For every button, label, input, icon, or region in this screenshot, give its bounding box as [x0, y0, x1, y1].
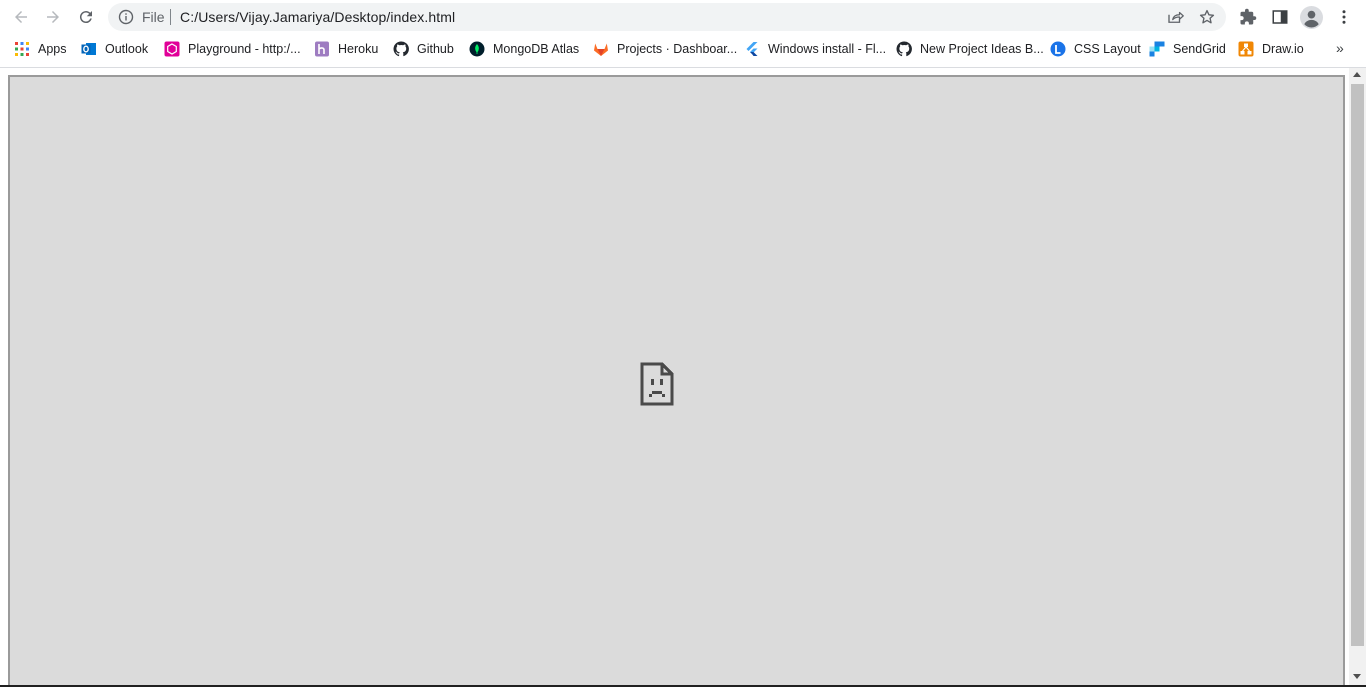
- css-layout-icon: [1050, 41, 1066, 57]
- bookmark-label: Github: [417, 42, 454, 56]
- bookmark-label: Draw.io: [1262, 42, 1304, 56]
- reload-icon: [79, 11, 92, 24]
- outlook-icon: [81, 43, 96, 55]
- bookmark-mongodb[interactable]: MongoDB Atlas: [469, 40, 579, 58]
- info-icon[interactable]: [118, 9, 134, 25]
- bookmark-label: Playground - http:/...: [188, 42, 301, 56]
- bookmark-label: Windows install - Fl...: [768, 42, 887, 56]
- heroku-icon: [315, 41, 329, 57]
- side-panel-icon[interactable]: [1271, 8, 1289, 26]
- address-bar[interactable]: File C:/Users/Vijay.Jamariya/Desktop/ind…: [108, 3, 1226, 31]
- bookmark-label: Outlook: [105, 42, 149, 56]
- bookmark-label: Projects · Dashboar...: [617, 42, 738, 56]
- failed-embedded-frame: [8, 75, 1345, 687]
- mongodb-icon: [469, 41, 485, 57]
- drawio-icon: [1238, 41, 1254, 57]
- bookmark-heroku[interactable]: Heroku: [314, 40, 378, 58]
- bookmark-outlook[interactable]: Outlook: [81, 40, 148, 58]
- bookmark-apps[interactable]: Apps: [14, 40, 67, 58]
- bookmark-css-layout[interactable]: CSS Layout: [1050, 40, 1141, 58]
- bookmarks-bar: Apps Outlook Playground - http:/... Hero…: [0, 34, 1366, 64]
- arrow-left-icon: [15, 11, 27, 23]
- share-icon[interactable]: [1166, 8, 1184, 26]
- reload-button[interactable]: [74, 5, 98, 29]
- forward-button[interactable]: [41, 5, 65, 29]
- profile-avatar-icon[interactable]: [1300, 6, 1323, 29]
- bookmark-label: Apps: [38, 42, 67, 56]
- scroll-down-arrow-icon[interactable]: [1353, 674, 1361, 679]
- scheme-label: File: [142, 9, 165, 25]
- bookmark-drawio[interactable]: Draw.io: [1238, 40, 1304, 58]
- bookmark-gitlab-projects[interactable]: Projects · Dashboar...: [593, 40, 737, 58]
- bookmark-label: SendGrid: [1173, 42, 1226, 56]
- github-icon: [896, 41, 912, 57]
- bookmarks-overflow-button[interactable]: »: [1336, 40, 1344, 56]
- bookmark-flutter[interactable]: Windows install - Fl...: [744, 40, 886, 58]
- playground-icon: [164, 41, 180, 57]
- bookmark-label: CSS Layout: [1074, 42, 1141, 56]
- scroll-up-arrow-icon[interactable]: [1353, 72, 1361, 77]
- browser-toolbar: File C:/Users/Vijay.Jamariya/Desktop/ind…: [0, 0, 1366, 34]
- url-text[interactable]: C:/Users/Vijay.Jamariya/Desktop/index.ht…: [180, 9, 455, 25]
- sendgrid-icon: [1149, 41, 1165, 57]
- kebab-menu-icon[interactable]: [1335, 8, 1353, 26]
- back-button[interactable]: [9, 5, 33, 29]
- bookmark-new-project-ideas[interactable]: New Project Ideas B...: [896, 40, 1044, 58]
- scrollbar-thumb[interactable]: [1351, 84, 1364, 646]
- gitlab-icon: [594, 43, 608, 56]
- bookmark-label: Heroku: [338, 42, 379, 56]
- apps-grid-icon: [15, 42, 29, 56]
- puzzle-icon[interactable]: [1239, 8, 1257, 26]
- bookmark-github[interactable]: Github: [393, 40, 454, 58]
- bookmark-sendgrid[interactable]: SendGrid: [1149, 40, 1226, 58]
- github-icon: [393, 41, 409, 57]
- arrow-right-icon: [47, 11, 59, 23]
- sad-document-icon: [640, 362, 674, 406]
- bookmark-label: MongoDB Atlas: [493, 42, 580, 56]
- omnibox-divider: [170, 9, 171, 25]
- flutter-icon: [746, 42, 758, 56]
- bookmark-playground[interactable]: Playground - http:/...: [164, 40, 301, 58]
- bookmark-label: New Project Ideas B...: [920, 42, 1044, 56]
- star-icon[interactable]: [1198, 8, 1216, 26]
